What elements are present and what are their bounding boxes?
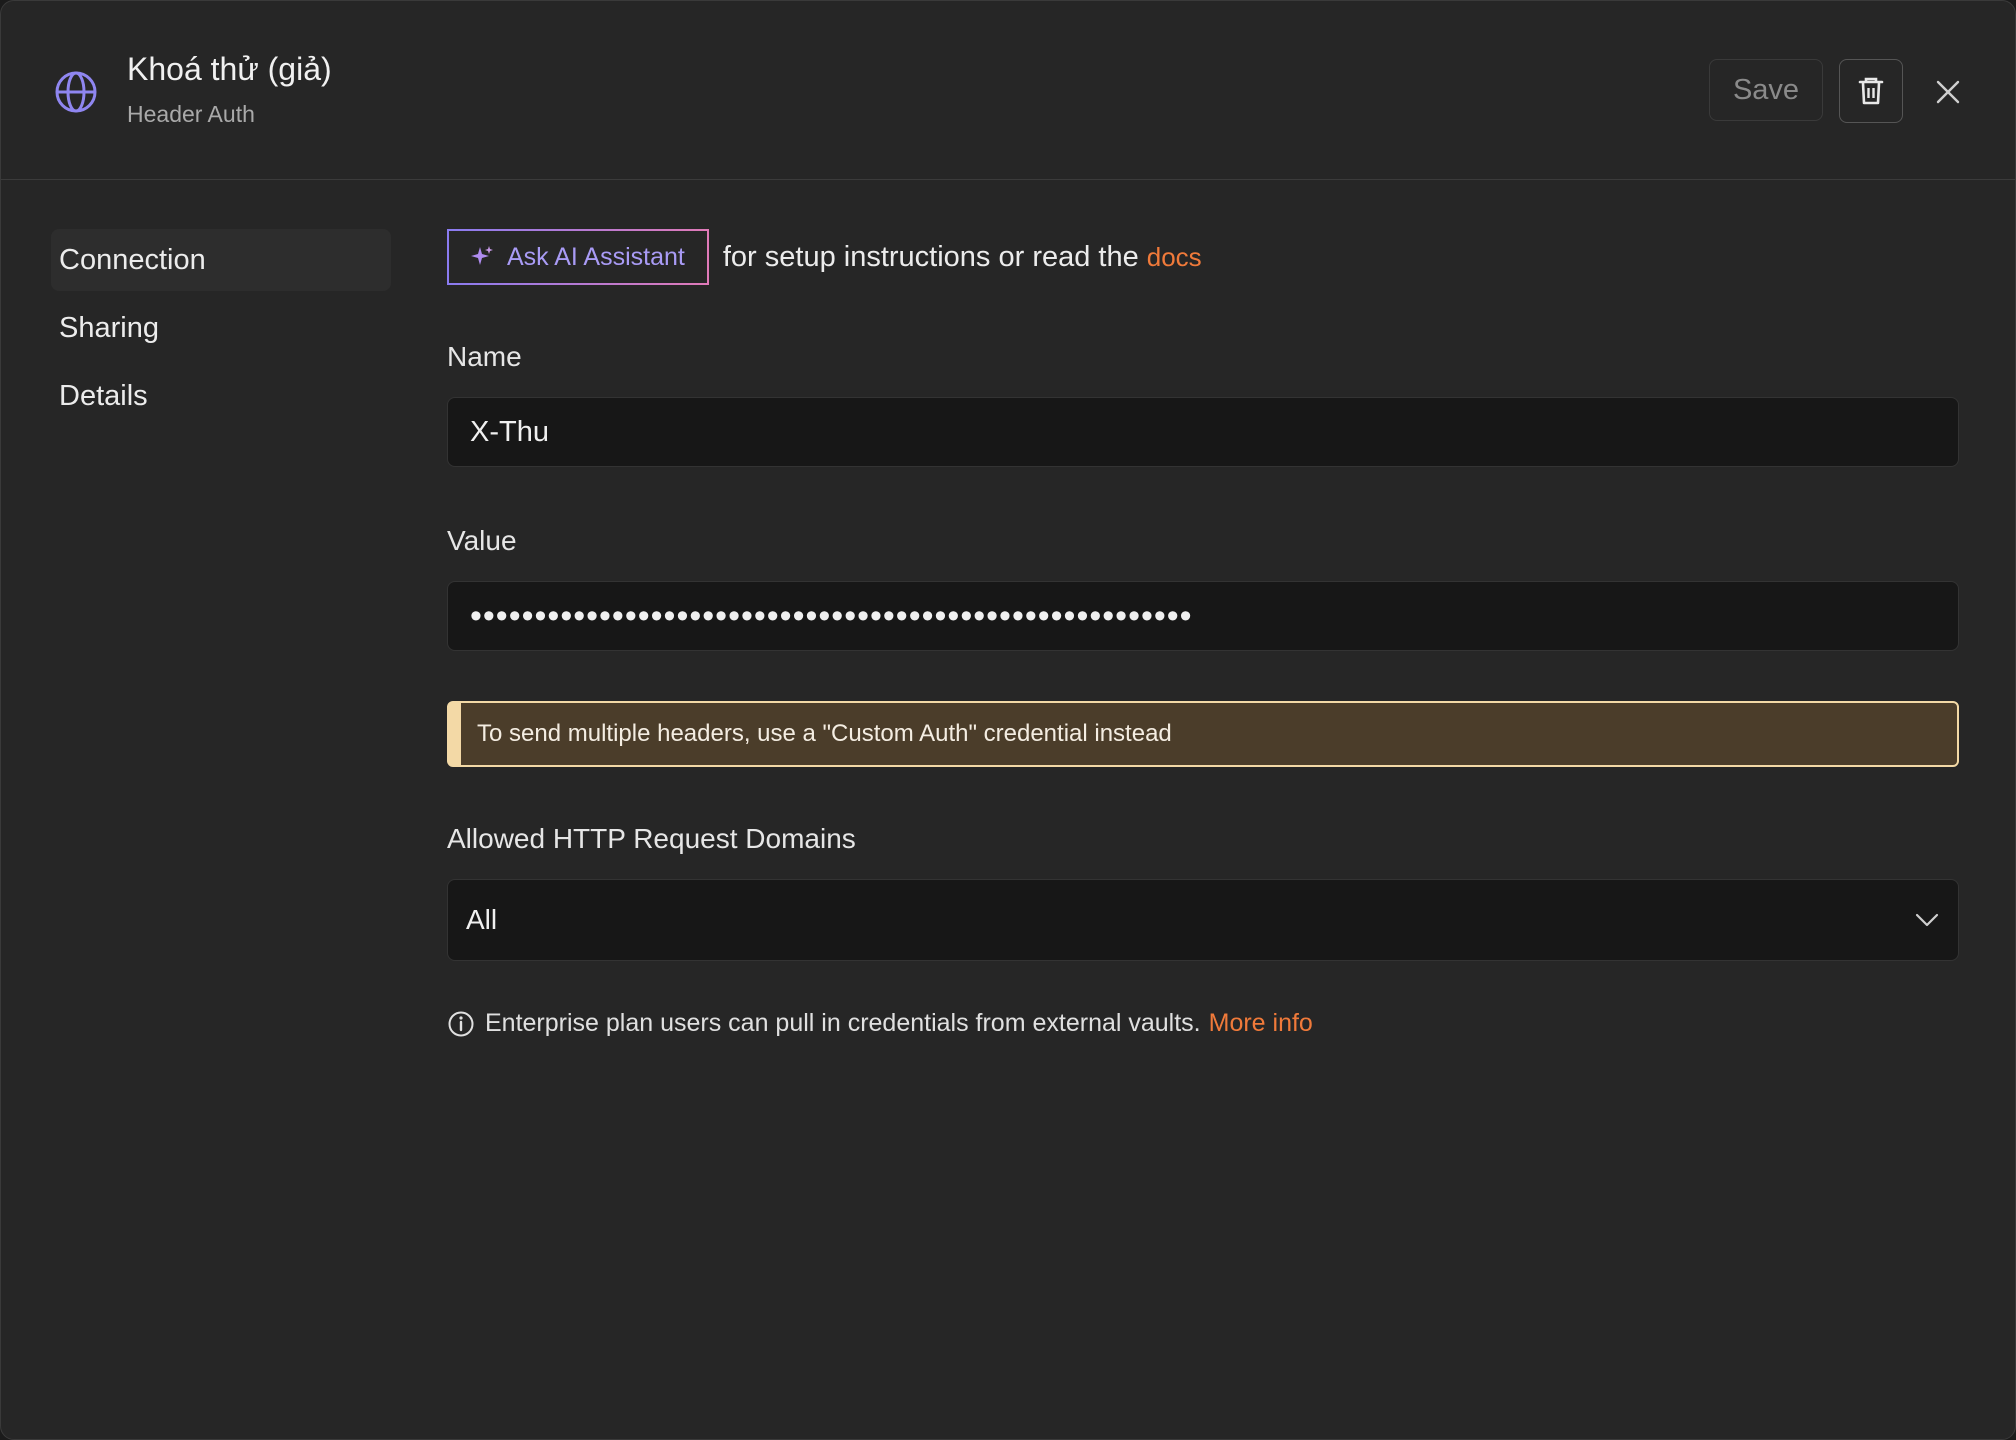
ask-ai-assistant-label: Ask AI Assistant (507, 242, 685, 271)
docs-link[interactable]: docs (1147, 242, 1202, 273)
delete-button[interactable] (1839, 59, 1903, 123)
sidebar-item-details[interactable]: Details (51, 365, 391, 427)
more-info-link[interactable]: More info (1209, 1009, 1313, 1038)
domains-selected-value: All (466, 904, 498, 935)
name-label: Name (447, 341, 522, 372)
modal-header: Khoá thử (giả) Header Auth Save (1, 1, 2015, 180)
assistant-hint: for setup instructions or read the (722, 240, 1139, 273)
value-password-input[interactable] (447, 581, 1959, 651)
close-icon (1933, 77, 1963, 107)
sidebar-item-connection[interactable]: Connection (51, 229, 391, 291)
external-vaults-info: Enterprise plan users can pull in creden… (447, 1009, 1313, 1038)
credential-title[interactable]: Khoá thử (giả) (127, 51, 332, 88)
chevron-down-icon (1914, 912, 1940, 928)
sidebar-item-label: Sharing (59, 311, 159, 344)
value-label: Value (447, 525, 517, 556)
info-text: Enterprise plan users can pull in creden… (485, 1009, 1201, 1037)
multiple-headers-notice: To send multiple headers, use a "Custom … (447, 701, 1959, 767)
notice-text: To send multiple headers, use a "Custom … (477, 720, 1172, 747)
trash-icon (1857, 76, 1885, 106)
assistant-row: Ask AI Assistant for setup instructions … (447, 229, 1202, 285)
credential-type: Header Auth (127, 101, 255, 127)
domains-label: Allowed HTTP Request Domains (447, 823, 856, 854)
info-icon (447, 1010, 475, 1038)
domains-select[interactable]: All (447, 879, 1959, 961)
sidebar-item-sharing[interactable]: Sharing (51, 297, 391, 359)
credential-modal: Khoá thử (giả) Header Auth Save Connecti… (0, 0, 2016, 1440)
globe-icon (53, 69, 99, 115)
sidebar-item-label: Connection (59, 243, 206, 276)
name-input[interactable] (447, 397, 1959, 467)
save-button[interactable]: Save (1709, 59, 1823, 121)
sparkle-icon (469, 244, 495, 270)
ask-ai-assistant-button[interactable]: Ask AI Assistant (447, 229, 709, 285)
sidebar-nav: Connection Sharing Details (51, 229, 391, 433)
sidebar-item-label: Details (59, 379, 148, 412)
close-button[interactable] (1933, 75, 1963, 109)
